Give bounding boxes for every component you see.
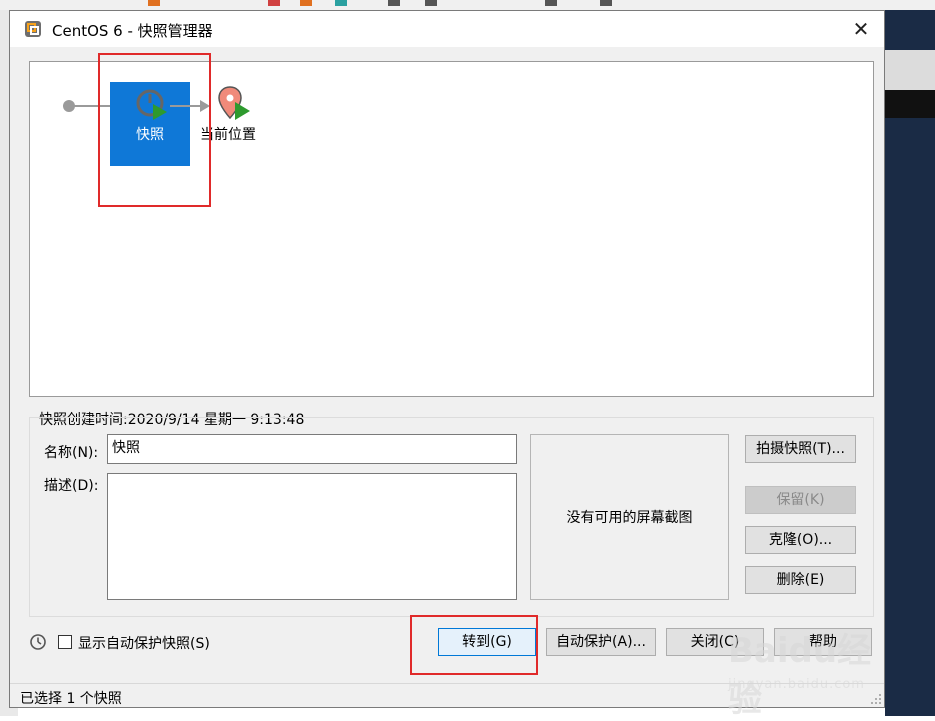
- history-clock-icon: [30, 634, 46, 650]
- snapshot-manager-dialog: CentOS 6 - 快照管理器 ✕ 快照 当前位置 快照创建时间:2020/9…: [9, 10, 885, 720]
- show-autoprotect-checkbox[interactable]: [58, 635, 72, 649]
- window-title: CentOS 6 - 快照管理器: [52, 22, 213, 40]
- autoprotect-button[interactable]: 自动保护(A)...: [546, 628, 656, 656]
- show-autoprotect-label[interactable]: 显示自动保护快照(S): [78, 633, 210, 653]
- name-label: 名称(N):: [44, 445, 99, 461]
- highlight-box-snapshot: [98, 53, 211, 207]
- close-icon[interactable]: ✕: [848, 16, 874, 42]
- current-location-pin-icon[interactable]: [218, 86, 252, 122]
- background-desktop: [885, 10, 935, 716]
- vmware-app-icon: [25, 21, 41, 37]
- description-label: 描述(D):: [44, 478, 99, 494]
- title-bar: CentOS 6 - 快照管理器 ✕: [10, 11, 884, 47]
- clone-button[interactable]: 克隆(O)...: [745, 526, 856, 554]
- keep-button[interactable]: 保留(K): [745, 486, 856, 514]
- delete-button[interactable]: 删除(E): [745, 566, 856, 594]
- description-field[interactable]: [107, 473, 517, 600]
- background-toolbar: [0, 0, 935, 10]
- baidu-watermark: Baidu经验 jingyan.baidu.com: [728, 623, 898, 720]
- highlight-box-goto: [410, 615, 538, 675]
- no-screenshot-text: 没有可用的屏幕截图: [566, 510, 693, 526]
- status-text: 已选择 1 个快照: [20, 691, 122, 707]
- take-snapshot-button[interactable]: 拍摄快照(T)...: [745, 435, 856, 463]
- watermark-sub: jingyan.baidu.com: [728, 677, 865, 692]
- watermark-main: Baidu经验: [728, 631, 872, 720]
- screenshot-preview: 没有可用的屏幕截图: [530, 434, 729, 600]
- name-field[interactable]: 快照: [107, 434, 517, 464]
